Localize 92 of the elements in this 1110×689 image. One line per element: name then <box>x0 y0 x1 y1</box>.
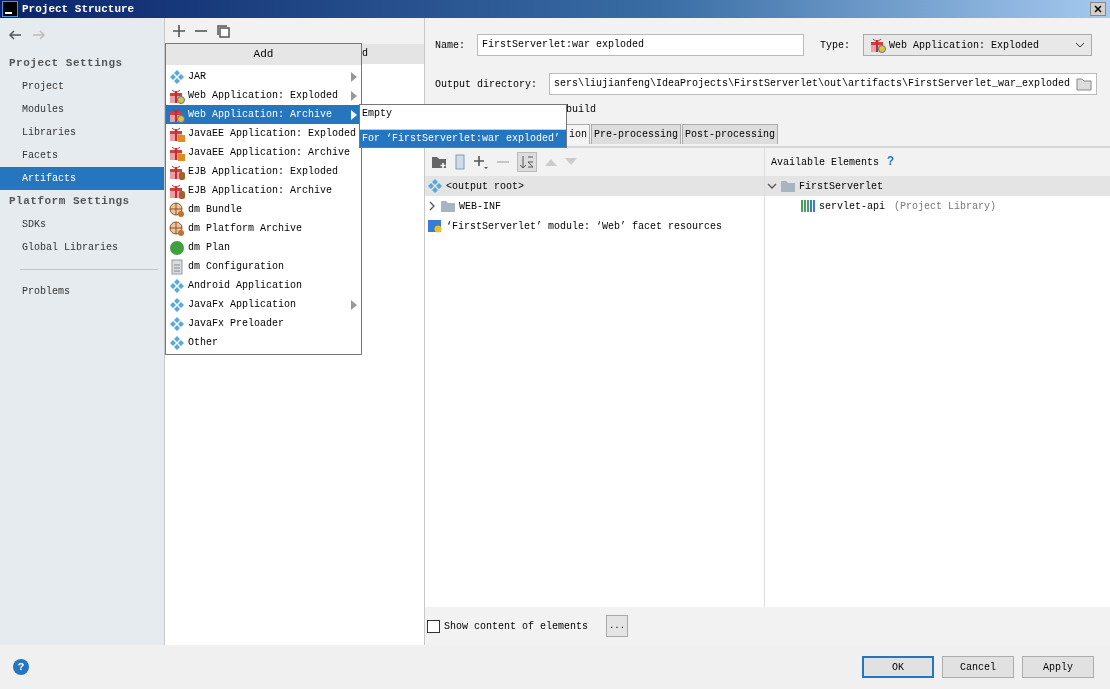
tree-row[interactable]: ‘FirstServerlet’ module: ‘Web’ facet resources <box>425 216 764 236</box>
window-title: Project Structure <box>22 1 135 17</box>
menu-item[interactable]: For ‘FirstServerlet:war exploded’ <box>360 129 566 147</box>
sidebar-item[interactable]: Project <box>0 75 164 98</box>
globe-icon <box>169 220 185 237</box>
chevron-down-icon[interactable] <box>767 181 777 191</box>
more-button[interactable]: ... <box>606 615 629 637</box>
menu-item[interactable]: JAR <box>166 67 361 86</box>
menu-item[interactable]: dm Platform Archive <box>166 219 361 238</box>
available-elements-label: Available Elements <box>771 155 880 170</box>
add-icon[interactable] <box>173 25 185 37</box>
menu-title: Add <box>166 44 361 65</box>
menu-item[interactable]: JavaFx Preloader <box>166 314 361 333</box>
menu-item[interactable]: dm Plan <box>166 238 361 257</box>
tree-item-label: servlet-api <box>819 199 885 214</box>
menu-item[interactable]: JavaFx Application <box>166 295 361 314</box>
menu-item[interactable]: dm Bundle <box>166 200 361 219</box>
name-label: Name: <box>435 38 465 53</box>
section-heading: Platform Settings <box>8 194 131 209</box>
menu-item[interactable]: Android Application <box>166 276 361 295</box>
sidebar-item[interactable]: Global Libraries <box>0 236 164 259</box>
gift-icon <box>169 87 185 104</box>
app-logo-icon <box>2 1 18 17</box>
menu-item[interactable]: Other <box>166 333 361 352</box>
checkbox-label: Show content of elements <box>444 619 589 634</box>
tree-item-label: FirstServerlet <box>799 179 883 194</box>
include-build-label: build <box>566 102 596 117</box>
tab[interactable]: Pre-processing <box>591 124 682 144</box>
tree-item-label: WEB-INF <box>459 199 501 214</box>
back-arrow-icon[interactable] <box>8 30 22 40</box>
diamonds-icon <box>169 315 185 332</box>
artifact-name-text: d <box>362 48 368 59</box>
diamonds-icon <box>169 68 185 85</box>
tree-item-note: (Project Library) <box>894 199 997 214</box>
tab[interactable]: Post-processing <box>682 124 779 144</box>
gift-icon <box>169 125 185 142</box>
copy-icon[interactable] <box>217 24 230 38</box>
close-icon[interactable] <box>1090 2 1106 16</box>
output-directory-label: Output directory: <box>435 77 538 92</box>
dialog-button[interactable]: Apply <box>1022 656 1094 678</box>
tree-row[interactable]: FirstServerlet <box>765 176 1110 196</box>
diamonds-icon <box>169 277 185 294</box>
gift-icon <box>169 163 185 180</box>
sort-icon[interactable] <box>517 152 537 172</box>
folder-icon <box>440 198 456 214</box>
diamonds-icon <box>427 178 443 194</box>
menu-item[interactable]: Web Application: Exploded <box>166 86 361 105</box>
menu-item[interactable]: EJB Application: Exploded <box>166 162 361 181</box>
folder-icon[interactable] <box>1076 77 1093 91</box>
globe-icon <box>169 201 185 218</box>
sidebar-item[interactable]: Problems <box>0 280 164 303</box>
menu-item[interactable]: JavaEE Application: Exploded <box>166 124 361 143</box>
name-field[interactable]: FirstServerlet:war exploded <box>477 34 804 56</box>
chevron-right-icon[interactable] <box>427 201 437 211</box>
sidebar-item[interactable]: Artifacts <box>0 167 164 190</box>
tree-row[interactable]: <output root> <box>425 176 764 196</box>
sidebar-item[interactable]: SDKs <box>0 213 164 236</box>
tree-item-label: <output root> <box>446 179 524 194</box>
menu-item[interactable]: Web Application: Archive <box>166 105 361 124</box>
sidebar-item[interactable]: Facets <box>0 144 164 167</box>
tree-row[interactable]: servlet-api (Project Library) <box>765 196 1110 216</box>
gift-icon <box>870 37 887 53</box>
dialog-button[interactable]: Cancel <box>942 656 1014 678</box>
tree-item-label: ‘FirstServerlet’ module: ‘Web’ facet resources <box>446 219 723 234</box>
type-label: Type: <box>820 38 851 53</box>
checkbox[interactable] <box>427 619 440 633</box>
tree-row[interactable]: WEB-INF <box>425 196 764 216</box>
type-dropdown[interactable]: Web Application: Exploded <box>863 34 1093 56</box>
menu-item[interactable]: Empty <box>360 105 566 123</box>
tab[interactable]: ion <box>566 124 590 144</box>
diamonds-icon <box>169 296 185 313</box>
gift-icon <box>169 106 185 123</box>
output-directory-field[interactable]: sers\liujianfeng\IdeaProjects\FirstServerlet\out\artifacts\FirstServerlet_war_exploded <box>549 73 1098 95</box>
diamonds-icon <box>169 334 185 351</box>
document-icon <box>169 258 185 275</box>
dialog-button[interactable]: OK <box>862 656 934 678</box>
library-icon <box>800 198 816 214</box>
module-icon <box>427 218 443 234</box>
sidebar-item[interactable]: Modules <box>0 98 164 121</box>
folder-add-icon[interactable] <box>431 155 447 169</box>
help-button[interactable]: ? <box>13 659 29 675</box>
menu-item[interactable]: JavaEE Application: Archive <box>166 143 361 162</box>
menu-item[interactable]: EJB Application: Archive <box>166 181 361 200</box>
section-heading: Project Settings <box>8 56 124 71</box>
gift-icon <box>169 182 185 199</box>
menu-item[interactable]: dm Configuration <box>166 257 361 276</box>
folder-icon <box>780 178 796 194</box>
gift-icon <box>169 144 185 161</box>
sidebar-item[interactable]: Libraries <box>0 121 164 144</box>
help-icon[interactable]: ? <box>887 153 895 171</box>
chevron-down-icon <box>1075 42 1086 48</box>
add-icon[interactable] <box>473 154 489 170</box>
